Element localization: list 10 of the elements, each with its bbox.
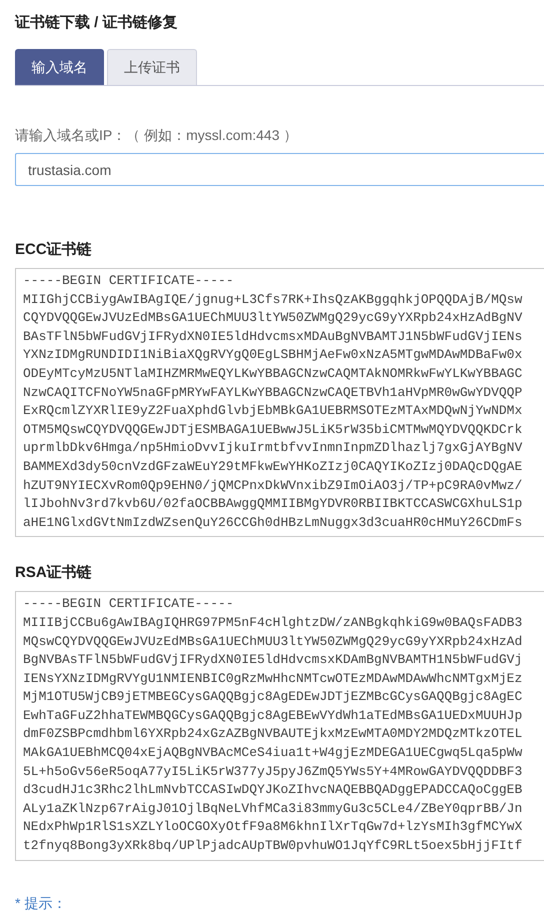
field-label: 请输入域名或IP：（ 例如：myssl.com:443 ） bbox=[15, 126, 298, 145]
section-heading: RSA证书链 bbox=[15, 563, 92, 584]
section-heading: ECC证书链 bbox=[15, 240, 92, 260]
page-title: 证书链下载 / 证书链修复 bbox=[15, 13, 178, 33]
tab[interactable]: 输入域名 bbox=[15, 49, 104, 85]
domain-input-field[interactable]: trustasia.com bbox=[15, 153, 544, 186]
certificate-text-field[interactable]: -----BEGIN CERTIFICATE----- MIIIBjCCBu6gAwIBAgIQHRG97PM5nF4cHlghtzDW/zANBgkqhkiG9w0BAQsFADB3 MQswCQYDVQQGEwJVUzEdMBsGA1UEChMUU3ltYW50ZWMgQ29ycG9yYXRpb24xHzAd BgNVBAsTFlN5bWFudGVjIFRydXN0IE5ldHdvcmsxKDAmBgNVBAMTH1N5bWFudGVj IENsYXNzIDMgRVYgU1NMIENBIC0gRzMwHhcNMTcwOTEzMDAwMDAwWhcNMTgxMjEz MjM1OTU5WjCB9jETMBEGCysGAQQBgjc8AgEDEwJDTjEZMBcGCysGAQQBgjc8AgEC EwhTaGFuZ2hhaTEWMBQGCysGAQQBgjc8AgEBEwVYdWh1aTEdMBsGA1UEDxMUUHJp dmF0ZSBPcmdhbml6YXRpb24xGzAZBgNVBAUTEjkxMzEwMTA0MDY2MDQzMTkzOTEL MAkGA1UEBhMCQ04xEjAQBgNVBAcMCeS4iua1t+W4gjEzMDEGA1UECgwq5Lqa5pWw 5L+h5oGv56eR5oqA77yI5LiK5rW377yJ5pyJ6ZmQ5YWs5Y+4MRowGAYDVQQDDBF3 d3cudHJ1c3Rhc2lhLmNvbTCCASIwDQYJKoZIhvcNAQEBBQADggEPADCCAQoCggEB ALy1aZKlNzp67rAigJ01OjlBqNeLVhfMCa3i83mmyGu3c5CLe4/ZBeY0qprBB/Jn NEdxPhWp1RlS1sXZLYloOCGOXyOtfF9a8M6khnIlXrTqGw7d+lzYsMIh3gfMCYwX t2fnyq8Bong3yXRk8bq/UPlPjadcAUpTBW0pvhuWO1JqYfC9RLt5oex5bHjjFItf bbox=[15, 591, 544, 861]
tab[interactable]: 上传证书 bbox=[107, 49, 197, 85]
hint-label: * 提示： bbox=[15, 894, 66, 913]
certificate-text-field[interactable]: -----BEGIN CERTIFICATE----- MIIGhjCCBiygAwIBAgIQE/jgnug+L3Cfs7RK+IhsQzAKBggqhkjOPQQDAjB/MQsw CQYDVQQGEwJVUzEdMBsGA1UEChMUU3ltYW50ZWMgQ29ycG9yYXRpb24xHzAdBgNV BAsTFlN5bWFudGVjIFRydXN0IE5ldHdvcmsxMDAuBgNVBAMTJ1N5bWFudGVjIENs YXNzIDMgRUNDIDI1NiBiaXQgRVYgQ0EgLSBHMjAeFw0xNzA5MTgwMDAwMDBaFw0x ODEyMTcyMzU5NTlaMIHZMRMwEQYLKwYBBAGCNzwCAQMTAkNOMRkwFwYLKwYBBAGC NzwCAQITCFNoYW5naGFpMRYwFAYLKwYBBAGCNzwCAQETBVh1aHVpMR0wGwYDVQQP ExRQcmlZYXRlIE9yZ2FuaXphdGlvbjEbMBkGA1UEBRMSOTEzMTAxMDQwNjYwNDMx OTM5MQswCQYDVQQGEwJDTjESMBAGA1UEBwwJ5LiK5rW35biCMTMwMQYDVQQKDCrk uprmlbDkv6Hmga/np5HmioDvvIjkuIrmtbfvvInmnInpmZDlhazlj7gxGjAYBgNV BAMMEXd3dy50cnVzdGFzaWEuY29tMFkwEwYHKoZIzj0CAQYIKoZIzj0DAQcDQgAE hZUT9NYIECXvRom0Qp9EHN0/jQMCPnxDkWVnxibZ9ImOiAO3j/TP+pC9RA0vMwz/ lIJbohNv3rd7kvb6U/02faOCBBAwggQMMIIBMgYDVR0RBIIBKTCCASWCGXhuLS1p aHE1NGlxdGVtNmIzdWZsenQuY26CCGh0dHBzLmNuggx3d3cuaHR0cHMuY26CDmFs bbox=[15, 268, 544, 538]
